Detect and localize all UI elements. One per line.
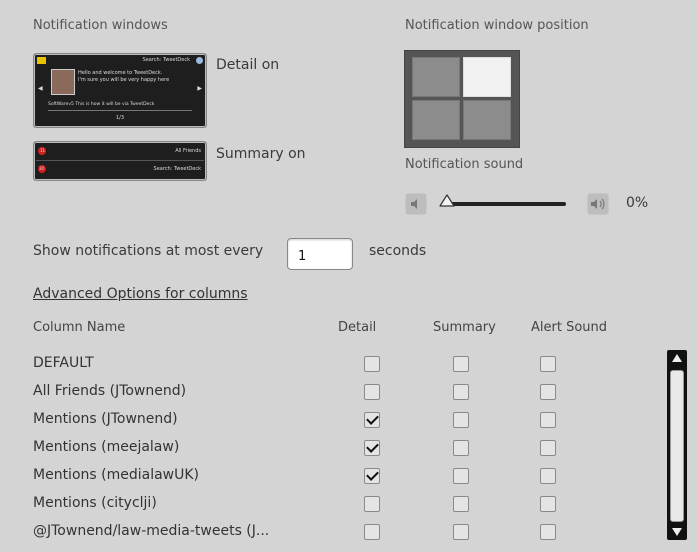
table-scrollbar[interactable]	[667, 350, 687, 540]
alert-checkbox[interactable]	[540, 440, 556, 456]
detail-preview-pager: 1/3	[116, 115, 125, 121]
divider	[48, 110, 192, 111]
scroll-down-arrow-icon[interactable]	[672, 528, 682, 536]
divider	[36, 160, 204, 161]
volume-slider-track[interactable]	[442, 202, 566, 206]
speaker-low-icon[interactable]	[405, 193, 427, 215]
column-row-name: All Friends (JTownend)	[33, 383, 187, 399]
tweetdeck-logo-icon	[37, 57, 46, 64]
advanced-options-link[interactable]: Advanced Options for columns	[33, 286, 248, 302]
summary-header: Summary	[433, 320, 496, 335]
column-row-name: Mentions (medialawUK)	[33, 467, 200, 483]
column-row-name: Mentions (cityclji)	[33, 495, 157, 511]
summary-on-label: Summary on	[216, 146, 306, 162]
volume-slider-thumb[interactable]	[439, 193, 455, 207]
position-title: Notification window position	[405, 18, 589, 33]
alert-checkbox[interactable]	[540, 384, 556, 400]
detail-checkbox[interactable]	[364, 524, 380, 540]
detail-checkbox[interactable]	[364, 412, 380, 428]
position-top-left[interactable]	[412, 57, 460, 97]
frequency-input[interactable]	[287, 238, 353, 270]
summary-checkbox[interactable]	[453, 412, 469, 428]
detail-checkbox[interactable]	[364, 440, 380, 456]
volume-value: 0%	[626, 195, 649, 211]
column-row-name: DEFAULT	[33, 355, 94, 371]
next-arrow-icon: ▶	[197, 85, 202, 92]
column-row-name: Mentions (meejalaw)	[33, 439, 180, 455]
summary-row1-count: 11	[40, 148, 46, 153]
detail-preview-line1: Hello and welcome to TweetDeck.	[78, 70, 163, 76]
detail-preview-header: Search: TweetDeck	[142, 57, 190, 63]
detail-checkbox[interactable]	[364, 356, 380, 372]
detail-checkbox[interactable]	[364, 496, 380, 512]
close-preview-icon	[196, 57, 203, 64]
position-top-right[interactable]	[463, 57, 511, 97]
alert-checkbox[interactable]	[540, 412, 556, 428]
column-row-name: Mentions (JTownend)	[33, 411, 178, 427]
frequency-prefix: Show notifications at most every	[33, 243, 264, 259]
column-row-name: @JTownend/law-media-tweets (J...	[33, 523, 270, 539]
detail-preview-line2: I'm sure you will be very happy here	[78, 77, 170, 83]
frequency-suffix: seconds	[369, 243, 427, 259]
alert-checkbox[interactable]	[540, 524, 556, 540]
scroll-up-arrow-icon[interactable]	[672, 354, 682, 362]
sound-title: Notification sound	[405, 157, 524, 172]
summary-row2-label: Search: TweetDeck	[153, 166, 201, 172]
column-name-header: Column Name	[33, 320, 126, 335]
alert-checkbox[interactable]	[540, 496, 556, 512]
alert-sound-header: Alert Sound	[531, 320, 608, 335]
speaker-high-icon[interactable]	[587, 193, 609, 215]
summary-checkbox[interactable]	[453, 496, 469, 512]
prev-arrow-icon: ◀	[38, 85, 43, 92]
detail-preview[interactable]: Search: TweetDeck ◀ ▶ Hello and welcome …	[33, 53, 207, 128]
detail-on-label: Detail on	[216, 57, 280, 73]
summary-checkbox[interactable]	[453, 524, 469, 540]
alert-checkbox[interactable]	[540, 356, 556, 372]
summary-preview[interactable]: 11 All Friends 30 Search: TweetDeck	[33, 141, 207, 181]
position-bottom-right[interactable]	[463, 100, 511, 140]
position-bottom-left[interactable]	[412, 100, 460, 140]
summary-checkbox[interactable]	[453, 468, 469, 484]
position-grid	[404, 50, 520, 148]
detail-checkbox[interactable]	[364, 384, 380, 400]
summary-checkbox[interactable]	[453, 384, 469, 400]
detail-preview-footer: SoftWarev5 This is how it will be via Tw…	[48, 102, 155, 107]
summary-row2-count: 30	[39, 166, 45, 171]
alert-checkbox[interactable]	[540, 468, 556, 484]
avatar	[51, 69, 75, 95]
notification-windows-title: Notification windows	[33, 18, 168, 33]
summary-row1-label: All Friends	[175, 148, 201, 154]
scrollbar-thumb[interactable]	[670, 370, 684, 522]
summary-checkbox[interactable]	[453, 356, 469, 372]
summary-checkbox[interactable]	[453, 440, 469, 456]
detail-checkbox[interactable]	[364, 468, 380, 484]
detail-header: Detail	[338, 320, 377, 335]
